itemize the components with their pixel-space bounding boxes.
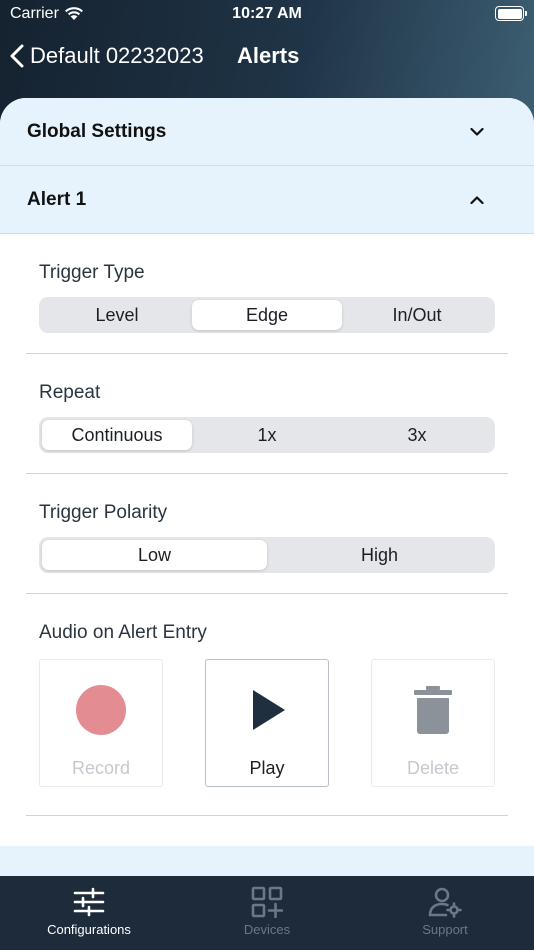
tab-support-label: Support — [422, 922, 468, 937]
back-label: Default 02232023 — [30, 43, 204, 68]
delete-label: Delete — [406, 758, 460, 778]
page-title: Alerts — [237, 43, 300, 68]
alert-1-body: Trigger Type Level Edge In/Out Repeat Co… — [0, 234, 534, 816]
tab-support[interactable]: Support — [356, 876, 534, 950]
chevron-down-icon — [470, 127, 484, 136]
content-panel: Global Settings Alert 1 Trigger Type Lev… — [0, 98, 534, 878]
trigger-type-label: Trigger Type — [39, 262, 145, 283]
user-gear-icon — [428, 887, 462, 918]
repeat-label: Repeat — [39, 382, 101, 403]
trash-icon — [407, 684, 459, 736]
global-settings-title: Global Settings — [27, 120, 167, 142]
audio-controls: Record Play Delete — [39, 659, 495, 787]
audio-group: Audio on Alert Entry Record Play Delete — [26, 594, 508, 816]
repeat-1x[interactable]: 1x — [192, 420, 342, 450]
repeat-continuous[interactable]: Continuous — [42, 420, 192, 450]
alert-1-title: Alert 1 — [27, 188, 87, 210]
play-icon — [241, 684, 293, 736]
record-button[interactable]: Record — [39, 659, 163, 787]
qr-grid-icon — [251, 886, 283, 918]
tab-bar: Configurations Devices Support — [0, 876, 534, 950]
trigger-type-control: Level Edge In/Out — [39, 297, 495, 333]
alert-1-header[interactable]: Alert 1 — [0, 166, 534, 234]
tab-devices[interactable]: Devices — [178, 876, 356, 950]
play-label: Play — [249, 758, 285, 778]
audio-label: Audio on Alert Entry — [39, 622, 207, 643]
sliders-icon — [73, 887, 105, 917]
status-bar: Carrier 10:27 AM — [0, 0, 534, 28]
global-settings-header[interactable]: Global Settings — [0, 98, 534, 166]
back-button[interactable]: Default 02232023 — [10, 38, 204, 74]
trigger-type-level[interactable]: Level — [42, 300, 192, 330]
chevron-left-icon — [10, 44, 24, 68]
repeat-control: Continuous 1x 3x — [39, 417, 495, 453]
record-label: Record — [71, 758, 131, 778]
tab-configurations-label: Configurations — [47, 922, 131, 937]
delete-button[interactable]: Delete — [371, 659, 495, 787]
tab-configurations[interactable]: Configurations — [0, 876, 178, 950]
tab-devices-label: Devices — [243, 922, 291, 937]
clock: 10:27 AM — [232, 5, 302, 22]
trigger-polarity-group: Trigger Polarity Low High — [26, 474, 508, 594]
trigger-polarity-high[interactable]: High — [267, 540, 492, 570]
play-button[interactable]: Play — [205, 659, 329, 787]
navigation-bar: Default 02232023 Alerts — [0, 36, 534, 76]
battery-icon — [495, 6, 527, 21]
chevron-up-icon — [470, 195, 484, 204]
trigger-polarity-label: Trigger Polarity — [39, 502, 168, 523]
trigger-type-edge[interactable]: Edge — [192, 300, 342, 330]
trigger-type-group: Trigger Type Level Edge In/Out — [26, 234, 508, 354]
repeat-group: Repeat Continuous 1x 3x — [26, 354, 508, 474]
next-section-header[interactable] — [0, 846, 534, 878]
trigger-polarity-low[interactable]: Low — [42, 540, 267, 570]
repeat-3x[interactable]: 3x — [342, 420, 492, 450]
record-icon — [75, 684, 127, 736]
trigger-polarity-control: Low High — [39, 537, 495, 573]
trigger-type-in-out[interactable]: In/Out — [342, 300, 492, 330]
